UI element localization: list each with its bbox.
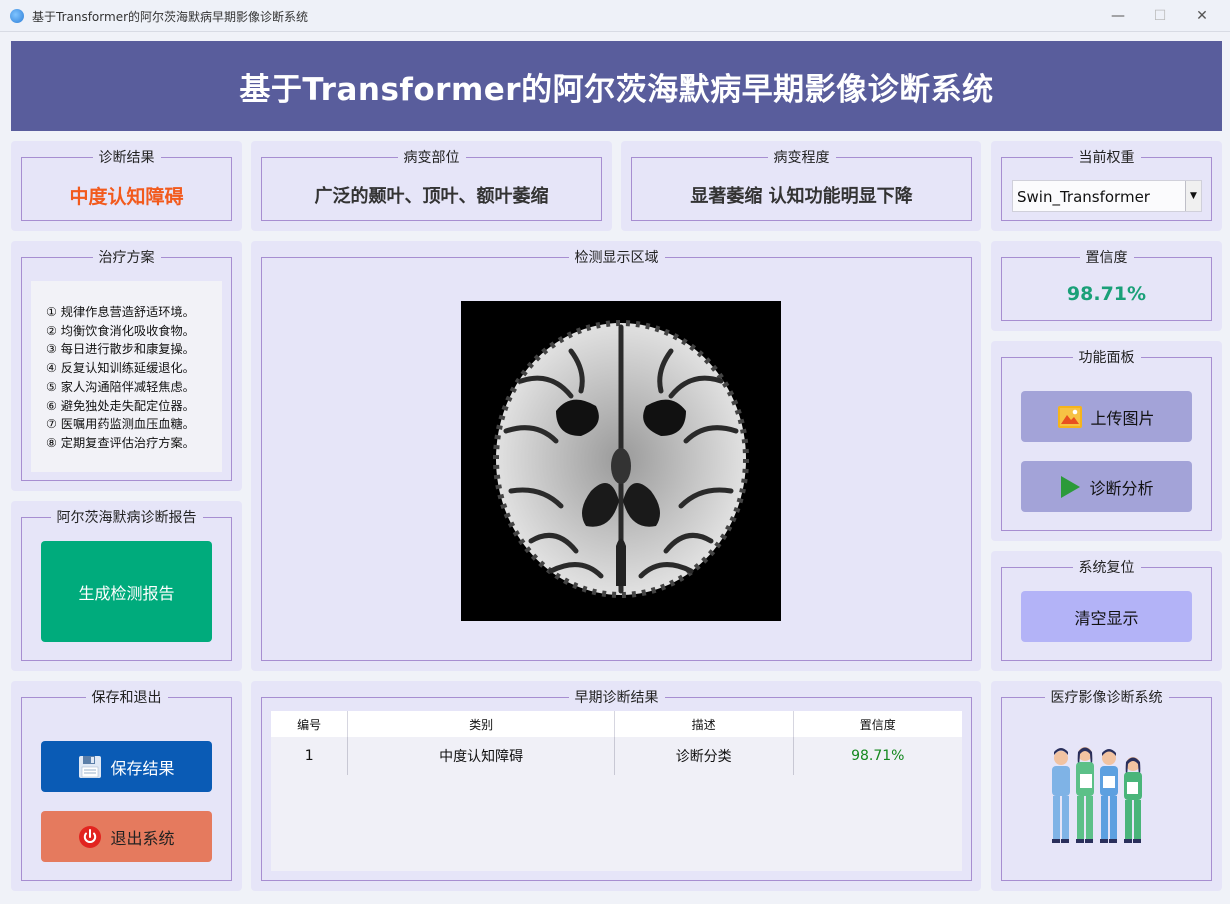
- location-group: 病变部位 广泛的颞叶、顶叶、额叶萎缩: [261, 149, 602, 221]
- table-row[interactable]: 1 中度认知障碍 诊断分类 98.71%: [271, 737, 962, 776]
- window-titlebar: 基于Transformer的阿尔茨海默病早期影像诊断系统 — ☐ ✕: [0, 0, 1230, 32]
- reset-group: 系统复位 清空显示: [1001, 559, 1212, 661]
- save-exit-label: 保存和退出: [85, 689, 168, 707]
- confidence-label: 置信度: [1079, 249, 1134, 267]
- app-header: 基于Transformer的阿尔茨海默病早期影像诊断系统: [11, 41, 1222, 131]
- weights-select[interactable]: Swin_Transformer ▼: [1012, 180, 1202, 212]
- treatment-group: 治疗方案 ① 规律作息营造舒适环境。 ② 均衡饮食消化吸收食物。 ③ 每日进行散…: [21, 249, 232, 481]
- report-group: 阿尔茨海默病诊断报告 生成检测报告: [21, 509, 232, 661]
- floppy-disk-icon: [78, 755, 102, 779]
- minimize-button[interactable]: —: [1098, 4, 1138, 28]
- results-group: 早期诊断结果 编号 类别 描述 置信度 1 中度认知障碍 诊断分类 98.71%: [261, 689, 972, 881]
- system-label: 医疗影像诊断系统: [1044, 689, 1169, 707]
- treatment-label: 治疗方案: [92, 249, 161, 267]
- exit-system-button[interactable]: 退出系统: [41, 811, 212, 862]
- diagnose-analyze-label: 诊断分析: [1089, 478, 1154, 498]
- clear-display-button[interactable]: 清空显示: [1021, 591, 1192, 642]
- confidence-value: 98.71%: [1066, 283, 1147, 305]
- upload-image-label: 上传图片: [1090, 408, 1155, 428]
- results-table: 编号 类别 描述 置信度 1 中度认知障碍 诊断分类 98.71%: [271, 711, 962, 776]
- severity-label: 病变程度: [767, 149, 836, 167]
- weights-selected-value: Swin_Transformer: [1017, 188, 1150, 206]
- row-description: 诊断分类: [614, 737, 794, 776]
- location-value: 广泛的颞叶、顶叶、额叶萎缩: [314, 186, 549, 207]
- weights-card: 当前权重 Swin_Transformer ▼: [991, 141, 1222, 231]
- power-icon: [78, 825, 102, 849]
- medical-staff-illustration: [1047, 744, 1157, 848]
- diagnose-analyze-button[interactable]: 诊断分析: [1021, 461, 1192, 512]
- confidence-group: 置信度 98.71%: [1001, 249, 1212, 321]
- treatment-item: ③ 每日进行散步和康复操。: [46, 342, 195, 357]
- treatment-item: ④ 反复认知训练延缓退化。: [46, 361, 195, 376]
- generate-report-button[interactable]: 生成检测报告: [41, 541, 212, 642]
- treatment-item: ⑤ 家人沟通陪伴减轻焦虑。: [46, 379, 195, 394]
- mri-image: [461, 301, 781, 621]
- close-button[interactable]: ✕: [1182, 4, 1222, 28]
- system-card: 医疗影像诊断系统: [991, 681, 1222, 891]
- row-confidence: 98.71%: [793, 737, 962, 776]
- column-header-category[interactable]: 类别: [347, 711, 615, 737]
- location-card: 病变部位 广泛的颞叶、顶叶、额叶萎缩: [251, 141, 612, 231]
- save-results-button[interactable]: 保存结果: [41, 741, 212, 792]
- treatment-item: ⑦ 医嘱用药监测血压血糖。: [46, 417, 195, 432]
- table-empty-area: [271, 775, 962, 871]
- diagnosis-card: 诊断结果 中度认知障碍: [11, 141, 242, 231]
- treatment-item: ⑥ 避免独处走失配定位器。: [46, 398, 195, 413]
- upload-image-button[interactable]: 上传图片: [1021, 391, 1192, 442]
- reset-card: 系统复位 清空显示: [991, 551, 1222, 671]
- row-category: 中度认知障碍: [347, 737, 615, 776]
- save-exit-group: 保存和退出 保存结果 退出系统: [21, 689, 232, 881]
- severity-value: 显著萎缩 认知功能明显下降: [690, 186, 913, 207]
- diagnosis-label: 诊断结果: [92, 149, 161, 167]
- save-exit-card: 保存和退出 保存结果 退出系统: [11, 681, 242, 891]
- column-header-description[interactable]: 描述: [614, 711, 794, 737]
- treatment-item: ② 均衡饮食消化吸收食物。: [46, 323, 195, 338]
- play-icon: [1059, 475, 1081, 499]
- severity-group: 病变程度 显著萎缩 认知功能明显下降: [631, 149, 972, 221]
- column-header-id[interactable]: 编号: [271, 711, 349, 737]
- row-id: 1: [271, 737, 349, 776]
- column-header-confidence[interactable]: 置信度: [793, 711, 962, 737]
- treatment-item: ⑧ 定期复查评估治疗方案。: [46, 435, 195, 450]
- weights-group: 当前权重 Swin_Transformer ▼: [1001, 149, 1212, 221]
- report-card: 阿尔茨海默病诊断报告 生成检测报告: [11, 501, 242, 671]
- reset-label: 系统复位: [1072, 559, 1141, 577]
- app-icon: [10, 9, 24, 23]
- display-group: 检测显示区域: [261, 249, 972, 661]
- dropdown-arrow-icon[interactable]: ▼: [1185, 181, 1201, 211]
- page-title: 基于Transformer的阿尔茨海默病早期影像诊断系统: [239, 71, 994, 108]
- image-upload-icon: [1058, 405, 1083, 428]
- display-card: 检测显示区域: [251, 241, 981, 671]
- report-label: 阿尔茨海默病诊断报告: [50, 509, 203, 527]
- display-label: 检测显示区域: [568, 249, 665, 267]
- severity-card: 病变程度 显著萎缩 认知功能明显下降: [621, 141, 981, 231]
- diagnosis-value: 中度认知障碍: [69, 186, 184, 208]
- window-title: 基于Transformer的阿尔茨海默病早期影像诊断系统: [32, 10, 309, 24]
- system-group: 医疗影像诊断系统: [1001, 689, 1212, 881]
- function-label: 功能面板: [1072, 349, 1141, 367]
- treatment-item: ① 规律作息营造舒适环境。: [46, 305, 195, 319]
- maximize-button[interactable]: ☐: [1140, 4, 1180, 28]
- treatment-card: 治疗方案 ① 规律作息营造舒适环境。 ② 均衡饮食消化吸收食物。 ③ 每日进行散…: [11, 241, 242, 491]
- results-label: 早期诊断结果: [568, 689, 665, 707]
- confidence-card: 置信度 98.71%: [991, 241, 1222, 331]
- weights-label: 当前权重: [1072, 149, 1141, 167]
- diagnosis-group: 诊断结果 中度认知障碍: [21, 149, 232, 221]
- function-card: 功能面板 上传图片 诊断分析: [991, 341, 1222, 541]
- function-group: 功能面板 上传图片 诊断分析: [1001, 349, 1212, 531]
- exit-system-label: 退出系统: [110, 828, 175, 848]
- location-label: 病变部位: [397, 149, 466, 167]
- treatment-list: ① 规律作息营造舒适环境。 ② 均衡饮食消化吸收食物。 ③ 每日进行散步和康复操…: [31, 281, 222, 472]
- save-results-label: 保存结果: [110, 758, 175, 778]
- results-card: 早期诊断结果 编号 类别 描述 置信度 1 中度认知障碍 诊断分类 98.71%: [251, 681, 981, 891]
